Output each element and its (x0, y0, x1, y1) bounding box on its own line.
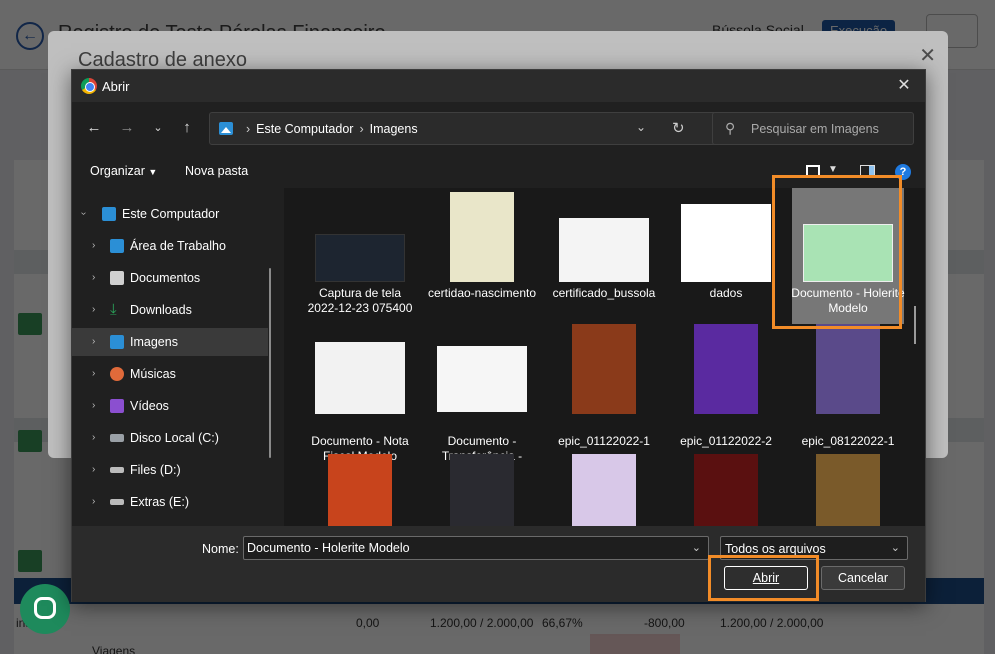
file-thumbnail (572, 454, 636, 526)
nav-item-downloads[interactable]: › ⤓ Downloads (72, 296, 268, 324)
chevron-icon[interactable]: › (92, 496, 95, 507)
search-box[interactable]: ⚲ (712, 112, 914, 145)
file-thumbnail (315, 234, 405, 282)
breadcrumb-item[interactable]: Imagens (370, 122, 418, 136)
download-icon: ⤓ (110, 301, 117, 318)
file-thumbnail (816, 324, 880, 414)
file-thumbnail (694, 454, 758, 526)
breadcrumb-item[interactable]: Este Computador (256, 122, 353, 136)
file-thumbnail (450, 192, 514, 282)
chat-icon (34, 597, 56, 619)
nav-item-videos[interactable]: › Vídeos (72, 392, 268, 420)
dialog-titlebar: Abrir ✕ (72, 70, 925, 102)
chevron-down-icon[interactable]: ⌄ (891, 541, 900, 554)
chevron-icon[interactable]: › (92, 464, 95, 475)
drive-icon (110, 467, 124, 473)
dialog-title: Abrir (102, 79, 130, 94)
content-scrollbar[interactable] (914, 306, 916, 344)
nav-item-documents[interactable]: › Documentos (72, 264, 268, 292)
nav-item-drive-d[interactable]: › Files (D:) (72, 456, 268, 484)
nav-item-pictures[interactable]: › Imagens (72, 328, 268, 356)
chevron-icon[interactable]: › (92, 272, 95, 283)
file-thumbnail (694, 324, 758, 414)
pictures-icon (110, 335, 124, 349)
recent-locations-chevron-icon[interactable]: ⌄ (146, 116, 170, 140)
refresh-icon[interactable]: ↻ (672, 119, 685, 137)
breadcrumb: › Este Computador › Imagens (246, 122, 418, 136)
nav-item-desktop[interactable]: › Área de Trabalho (72, 232, 268, 260)
nav-item-label: Files (D:) (130, 463, 181, 477)
search-icon: ⚲ (725, 120, 736, 136)
drive-icon (110, 499, 124, 505)
chevron-down-icon[interactable]: ⌄ (692, 541, 701, 554)
nav-item-label: Este Computador (122, 207, 220, 221)
filename-input[interactable] (247, 540, 677, 556)
file-name: dados (709, 286, 743, 300)
file-thumbnail (450, 454, 514, 526)
organize-label: Organizar (90, 164, 145, 178)
chevron-icon[interactable]: › (92, 432, 95, 443)
cancel-button[interactable]: Cancelar (821, 566, 905, 590)
filename-label: Nome: (202, 542, 239, 556)
file-thumbnail (559, 218, 649, 282)
nav-item-label: Vídeos (130, 399, 169, 413)
chevron-icon[interactable]: › (92, 400, 95, 411)
caret-down-icon[interactable]: ▼ (828, 164, 838, 175)
file-open-dialog: Abrir ✕ ← → ⌄ ↑ › Este Computador › Imagens… (71, 69, 926, 602)
file-thumbnail (437, 346, 527, 412)
address-bar[interactable]: › Este Computador › Imagens ⌄ ↻ (209, 112, 770, 145)
videos-icon (110, 399, 124, 413)
file-thumbnail (328, 454, 392, 526)
caret-down-icon: ▼ (148, 167, 158, 177)
forward-icon[interactable]: → (115, 116, 139, 140)
highlight-selected-file (772, 175, 902, 329)
documents-icon (110, 271, 124, 285)
file-name: certidao-nascimento (427, 286, 537, 300)
nav-item-this-pc[interactable]: › Este Computador (72, 200, 268, 228)
file-name: epic_01122022-2 (680, 434, 772, 448)
pictures-icon (219, 122, 233, 135)
chat-launcher-button[interactable] (20, 584, 70, 634)
file-thumbnail (315, 342, 405, 414)
file-name: epic_08122022-1 (801, 434, 895, 448)
nav-scrollbar[interactable] (269, 268, 271, 458)
new-folder-button[interactable]: Nova pasta (185, 164, 248, 178)
file-thumbnail (681, 204, 771, 282)
filename-combobox[interactable]: ⌄ (243, 536, 709, 560)
nav-item-label: Área de Trabalho (130, 239, 226, 253)
navigation-pane: › Este Computador › Área de Trabalho › D… (72, 188, 280, 526)
highlight-open-button (708, 555, 819, 601)
file-name: certificado_bussola (552, 286, 656, 300)
close-icon[interactable]: ✕ (891, 75, 917, 97)
nav-item-label: Disco Local (C:) (130, 431, 219, 445)
computer-icon (102, 207, 116, 221)
chrome-icon (81, 78, 97, 94)
file-thumbnail (816, 454, 880, 526)
chevron-icon[interactable]: › (92, 240, 95, 251)
nav-item-label: Documentos (130, 271, 201, 285)
nav-item-label: Músicas (130, 367, 176, 381)
file-name: Captura de tela 2022-12-23 075400 (307, 286, 413, 315)
up-folder-icon[interactable]: ↑ (175, 116, 199, 140)
nav-item-drive-c[interactable]: › Disco Local (C:) (72, 424, 268, 452)
nav-item-label: Extras (E:) (130, 495, 190, 509)
music-icon (110, 367, 124, 381)
organize-menu[interactable]: Organizar ▼ (90, 164, 157, 178)
chevron-down-icon[interactable]: ⌄ (636, 120, 646, 134)
chevron-icon[interactable]: › (92, 336, 95, 347)
nav-item-drive-e[interactable]: › Extras (E:) (72, 488, 268, 516)
filetype-value: Todos os arquivos (725, 542, 826, 556)
nav-item-label: Imagens (130, 335, 178, 349)
back-icon[interactable]: ← (82, 116, 106, 140)
chevron-icon[interactable]: › (92, 368, 95, 379)
file-name: epic_01122022-1 (558, 434, 650, 448)
desktop-icon (110, 239, 124, 253)
search-input[interactable] (751, 119, 906, 139)
file-thumbnail (572, 324, 636, 414)
nav-item-label: Downloads (130, 303, 192, 317)
nav-item-music[interactable]: › Músicas (72, 360, 268, 388)
chevron-icon[interactable]: › (78, 212, 89, 215)
drive-icon (110, 434, 124, 442)
chevron-icon[interactable]: › (92, 304, 95, 315)
